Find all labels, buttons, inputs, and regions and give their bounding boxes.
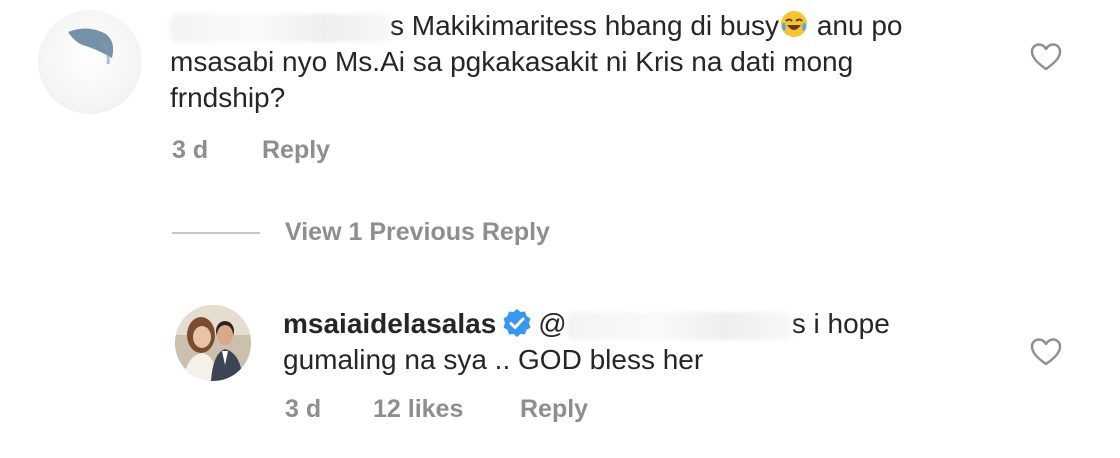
reply-reply-button[interactable]: Reply	[520, 395, 588, 424]
commenter-avatar[interactable]	[38, 10, 142, 114]
reply-text: msaiaidelasalas @ s i hope gumaling na sy…	[283, 306, 1003, 378]
comment-text-line2: msasabi nyo Ms.Ai sa pgkakasakit ni Kris…	[170, 46, 854, 77]
avatar-image	[175, 305, 251, 381]
comment-text-after-emoji: anu po	[809, 10, 903, 41]
reply-text-line1: s i hope	[791, 308, 890, 339]
reply-text-line2: gumaling na sya .. GOD bless her	[283, 344, 704, 375]
comment-text-line3: frndship?	[170, 82, 286, 113]
reply-time: 3 d	[285, 395, 322, 423]
comment-reply-button[interactable]: Reply	[262, 136, 330, 165]
like-heart-icon[interactable]	[1030, 42, 1062, 72]
redacted-username	[170, 13, 390, 42]
like-heart-icon[interactable]	[1030, 337, 1062, 367]
comment-text: s Makikimaritess hbang di busy anu po ms…	[170, 8, 990, 116]
verified-badge-icon	[503, 309, 531, 337]
comment-text-line1: s Makikimaritess hbang di busy	[390, 10, 780, 41]
comment-time: 3 d	[172, 136, 209, 164]
redacted-mention	[566, 311, 792, 340]
reply-username[interactable]: msaiaidelasalas	[283, 308, 496, 339]
mention-at[interactable]: @	[538, 308, 566, 339]
face-with-tears-of-joy-icon	[781, 11, 808, 37]
view-previous-replies-button[interactable]: View 1 Previous Reply	[285, 218, 550, 247]
replies-divider	[172, 232, 260, 234]
reply-likes-count[interactable]: 12 likes	[373, 395, 463, 424]
avatar-image	[68, 28, 114, 65]
reply-avatar[interactable]	[175, 305, 251, 381]
